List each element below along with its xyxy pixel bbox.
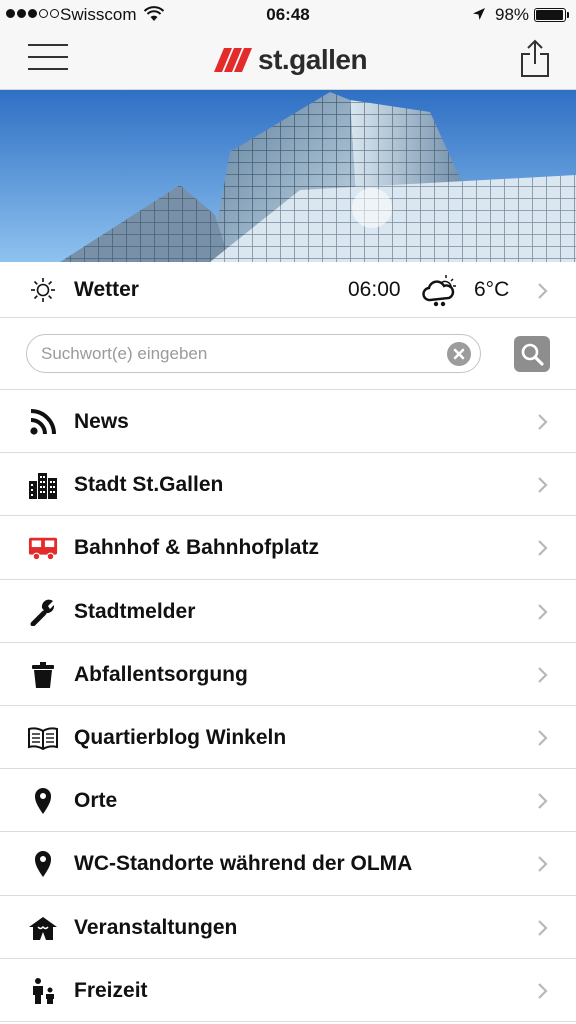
open-book-icon (28, 723, 58, 753)
weather-temperature: 6°C (474, 278, 510, 301)
menu-item-label: Bahnhof & Bahnhofplatz (74, 536, 319, 560)
chevron-right-icon (538, 283, 548, 299)
status-time: 06:48 (266, 5, 310, 24)
chevron-right-icon (538, 414, 548, 430)
bus-icon (28, 533, 58, 563)
battery-icon (534, 8, 566, 22)
menu-item-bahnhof[interactable]: Bahnhof & Bahnhofplatz (0, 516, 576, 580)
location-arrow-icon (473, 8, 485, 20)
map-pin-icon (28, 786, 58, 816)
search-button[interactable] (514, 336, 550, 372)
menu-item-label: Quartierblog Winkeln (74, 725, 287, 749)
search-bar-row (0, 318, 576, 390)
menu-item-orte[interactable]: Orte (0, 769, 576, 833)
chevron-right-icon (538, 793, 548, 809)
chevron-right-icon (538, 666, 548, 683)
logo-text: st.gallen (258, 44, 368, 75)
chevron-right-icon (538, 730, 548, 746)
menu-item-label: Freizeit (74, 978, 148, 1002)
chevron-right-icon (538, 603, 548, 620)
search-icon (521, 343, 544, 366)
menu-item-label: Abfallentsorgung (74, 662, 248, 686)
main-menu-list: News Stadt St.Gallen Bahnhof & Bahnhofpl… (0, 390, 576, 1022)
weather-label: Wetter (74, 278, 139, 301)
menu-item-label: Veranstaltungen (74, 915, 238, 939)
share-button[interactable] (520, 38, 550, 78)
share-icon (521, 39, 549, 77)
hero-image-office-building (0, 90, 576, 262)
family-icon (28, 976, 58, 1006)
map-pin-icon (28, 849, 58, 879)
rss-icon (28, 407, 58, 437)
menu-item-stadtmelder[interactable]: Stadtmelder (0, 580, 576, 643)
chevron-right-icon (538, 982, 548, 999)
weather-row[interactable]: Wetter 06:00 6°C (0, 262, 576, 318)
tent-icon (28, 913, 58, 943)
menu-item-wc-standorte[interactable]: WC-Standorte während der OLMA (0, 832, 576, 896)
menu-item-label: Orte (74, 789, 118, 813)
menu-item-news[interactable]: News (0, 390, 576, 454)
wrench-icon (28, 597, 58, 627)
trash-icon (28, 660, 58, 690)
menu-item-quartierblog[interactable]: Quartierblog Winkeln (0, 706, 576, 770)
menu-item-veranstaltungen[interactable]: Veranstaltungen (0, 896, 576, 959)
city-buildings-icon (28, 470, 58, 500)
search-input[interactable] (41, 342, 431, 366)
menu-item-abfallentsorgung[interactable]: Abfallentsorgung (0, 643, 576, 706)
menu-item-freizeit[interactable]: Freizeit (0, 959, 576, 1022)
st-gallen-logo: st.gallen (214, 42, 368, 78)
menu-item-label: News (74, 410, 129, 433)
close-icon (453, 348, 465, 360)
clear-search-button[interactable] (447, 342, 471, 366)
battery-percentage: 98% (495, 5, 530, 24)
menu-item-label: Stadt St.Gallen (74, 473, 224, 497)
status-bar: Swisscom 06:48 98% (0, 0, 576, 30)
chevron-right-icon (538, 477, 548, 493)
cloud-sun-rain-icon (422, 274, 458, 313)
logo-slashes-icon (214, 48, 252, 72)
menu-item-stadt-st-gallen[interactable]: Stadt St.Gallen (0, 453, 576, 517)
app-header: st.gallen (0, 30, 576, 90)
weather-time: 06:00 (348, 278, 401, 301)
search-field-container (26, 334, 481, 373)
hamburger-menu-button[interactable] (28, 44, 68, 72)
chevron-right-icon (538, 919, 548, 936)
sun-icon (28, 275, 58, 305)
menu-item-label: WC-Standorte während der OLMA (74, 852, 413, 876)
chevron-right-icon (538, 856, 548, 873)
menu-item-label: Stadtmelder (74, 599, 196, 623)
chevron-right-icon (538, 540, 548, 557)
